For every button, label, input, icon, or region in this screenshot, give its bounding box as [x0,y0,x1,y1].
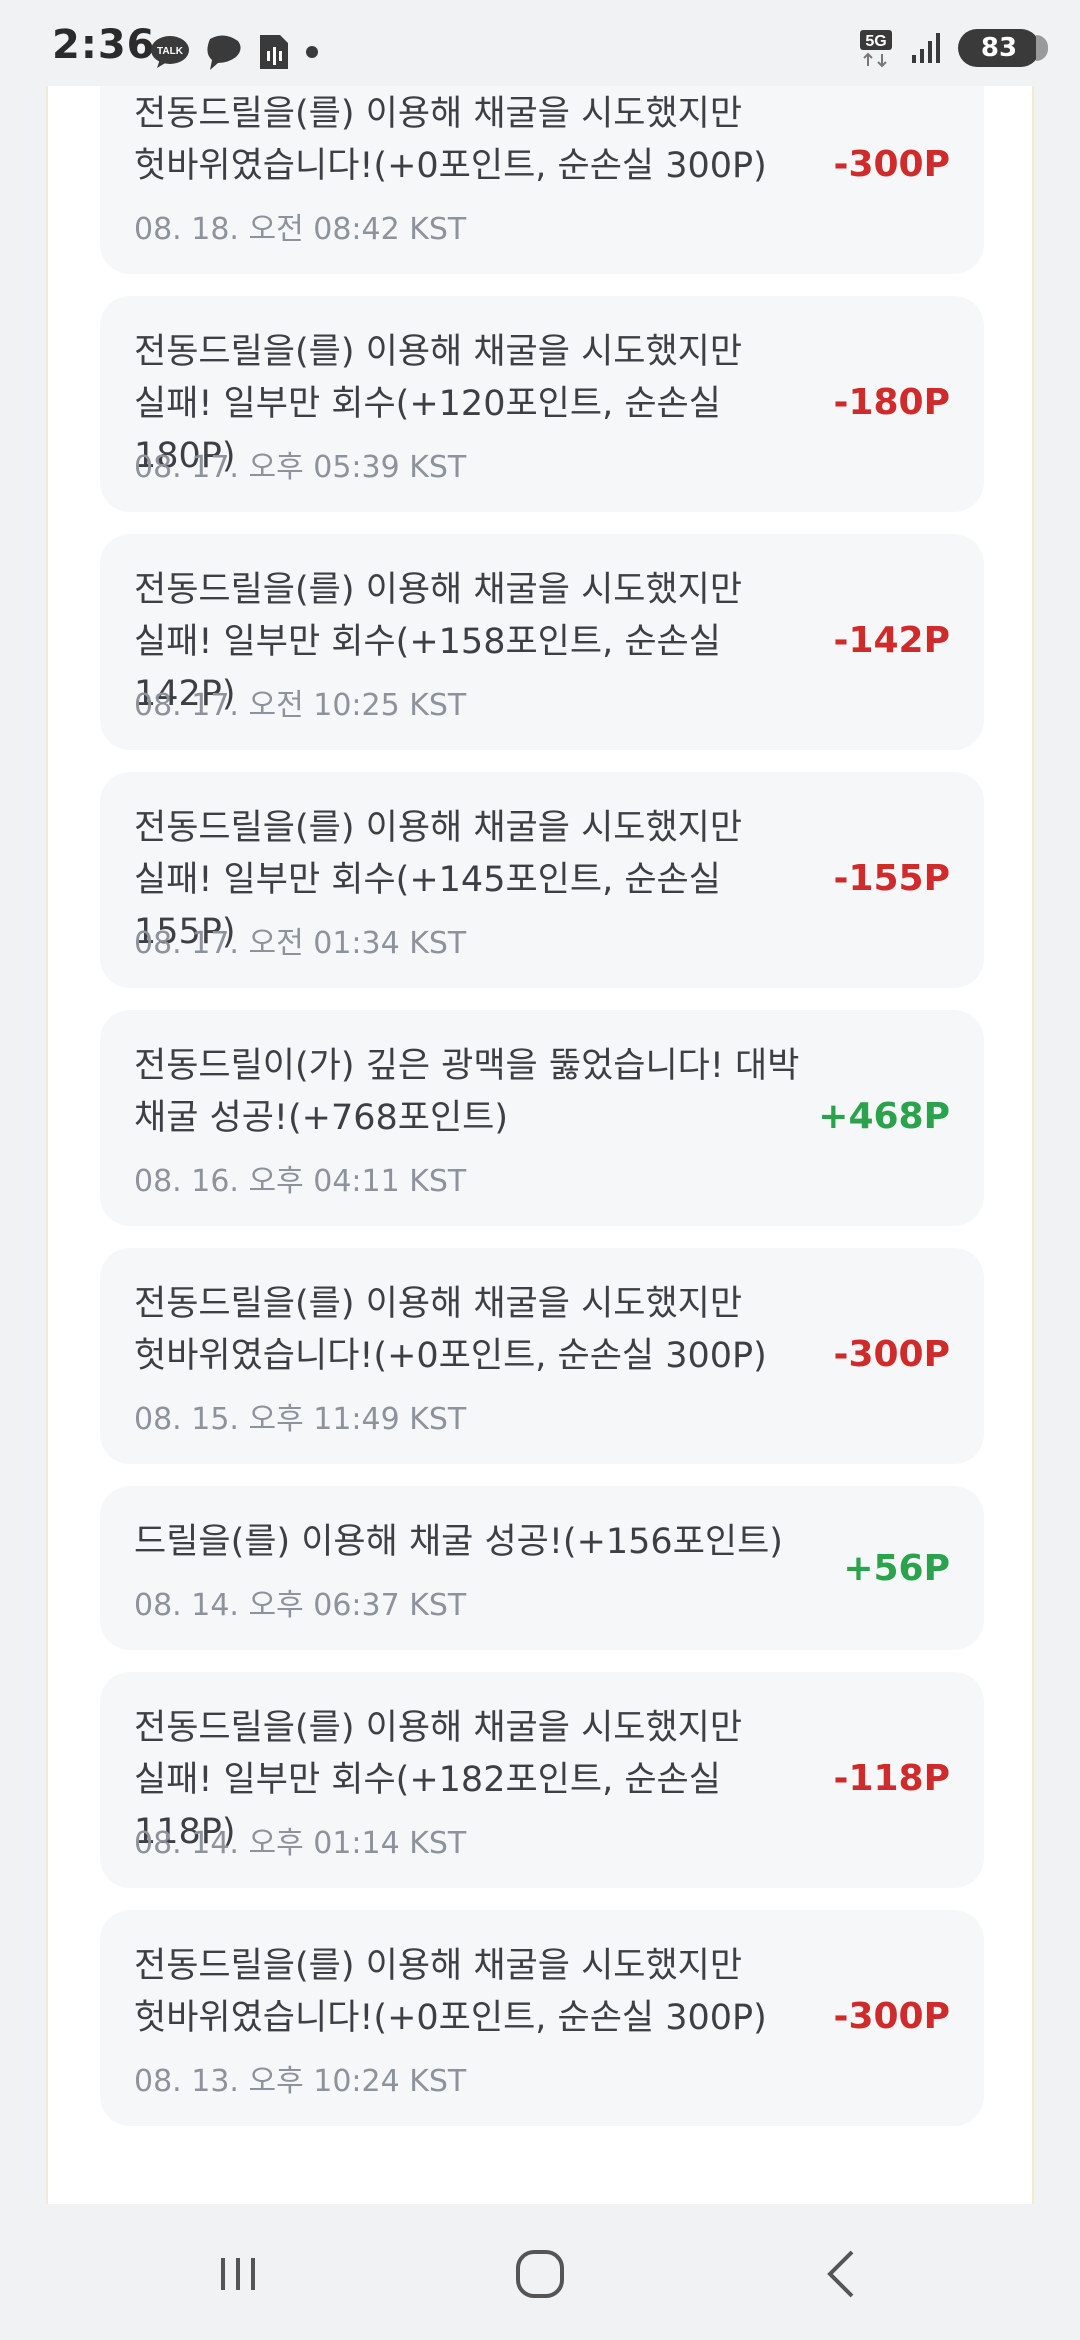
history-item: 전동드릴이(가) 깊은 광맥을 뚫었습니다! 대박 채굴 성공!(+768포인트… [100,1010,984,1226]
history-item-time: 08. 15. 오후 11:49 KST [134,1402,467,1437]
history-item: 전동드릴을(를) 이용해 채굴을 시도했지만 헛바위였습니다!(+0포인트, 순… [100,86,984,274]
history-item: 전동드릴을(를) 이용해 채굴을 시도했지만 헛바위였습니다!(+0포인트, 순… [100,1248,984,1464]
history-item: 전동드릴을(를) 이용해 채굴을 시도했지만 실패! 일부만 회수(+182포인… [100,1672,984,1888]
history-item: 전동드릴을(를) 이용해 채굴을 시도했지만 실패! 일부만 회수(+158포인… [100,534,984,750]
history-item-time: 08. 13. 오후 10:24 KST [134,2064,467,2099]
history-item-amount: -118P [833,1758,950,1799]
history-item-time: 08. 18. 오전 08:42 KST [134,212,467,247]
system-icons: 5G 83 [844,28,1048,68]
dot-icon [304,44,320,60]
svg-text:TALK: TALK [157,46,184,57]
history-item-time: 08. 17. 오전 10:25 KST [134,688,467,723]
battery-icon: 83 [958,29,1048,67]
history-item-amount: -300P [833,1996,950,2037]
history-item-amount: -142P [833,620,950,661]
notification-icons: TALK [150,30,334,74]
points-history-screen[interactable]: 전동드릴을(를) 이용해 채굴을 시도했지만 헛바위였습니다!(+0포인트, 순… [0,86,1080,2204]
back-button[interactable] [812,2244,872,2304]
history-item-description: 전동드릴을(를) 이용해 채굴을 시도했지만 헛바위였습니다!(+0포인트, 순… [134,1284,767,1376]
history-item: 전동드릴을(를) 이용해 채굴을 시도했지만 실패! 일부만 회수(+145포인… [100,772,984,988]
history-item-amount: +56P [843,1548,950,1589]
history-item-amount: -155P [833,858,950,899]
history-item-description: 전동드릴을(를) 이용해 채굴을 시도했지만 헛바위였습니다!(+0포인트, 순… [134,1946,767,2038]
kakaotalk-icon: TALK [150,35,190,69]
voice-recorder-icon [258,33,290,71]
network-5g-icon: 5G [858,28,896,68]
svg-text:5G: 5G [865,33,886,50]
history-item-time: 08. 16. 오후 04:11 KST [134,1164,467,1199]
history-item-amount: -180P [833,382,950,423]
home-icon [516,2250,564,2298]
history-card: 전동드릴을(를) 이용해 채굴을 시도했지만 헛바위였습니다!(+0포인트, 순… [46,86,1034,2204]
home-button[interactable] [510,2244,570,2304]
history-item-description: 드릴을(를) 이용해 채굴 성공!(+156포인트) [134,1522,783,1562]
history-item: 드릴을(를) 이용해 채굴 성공!(+156포인트) 08. 14. 오후 06… [100,1486,984,1650]
history-item: 전동드릴을(를) 이용해 채굴을 시도했지만 헛바위였습니다!(+0포인트, 순… [100,1910,984,2126]
history-item: 전동드릴을(를) 이용해 채굴을 시도했지만 실패! 일부만 회수(+120포인… [100,296,984,512]
recent-apps-icon [221,2258,255,2290]
history-item-description: 전동드릴이(가) 깊은 광맥을 뚫었습니다! 대박 채굴 성공!(+768포인트… [134,1046,800,1138]
history-item-amount: -300P [833,144,950,185]
navigation-bar [0,2204,1080,2340]
battery-level: 83 [958,29,1048,67]
history-item-amount: -300P [833,1334,950,1375]
recent-apps-button[interactable] [208,2244,268,2304]
signal-icon [910,31,944,65]
history-item-time: 08. 14. 오후 01:14 KST [134,1826,467,1861]
back-icon [827,2250,854,2298]
clock: 2:36 [52,22,156,68]
thread-icon [204,33,244,71]
history-item-time: 08. 14. 오후 06:37 KST [134,1588,467,1623]
history-item-amount: +468P [818,1096,950,1137]
history-item-time: 08. 17. 오후 05:39 KST [134,450,467,485]
history-item-time: 08. 17. 오전 01:34 KST [134,926,467,961]
status-bar: 2:36 TALK 5G 83 [0,0,1080,86]
history-item-description: 전동드릴을(를) 이용해 채굴을 시도했지만 헛바위였습니다!(+0포인트, 순… [134,94,767,186]
